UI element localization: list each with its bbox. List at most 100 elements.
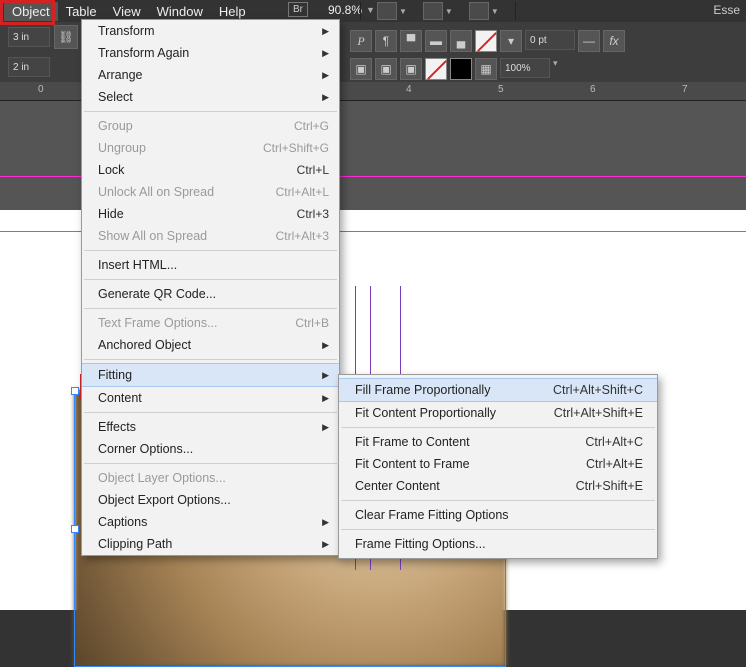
selection-handle-tl[interactable] (71, 387, 79, 395)
text-icon[interactable]: ¶ (375, 30, 397, 52)
menu-item-anchored-object[interactable]: Anchored Object▶ (82, 334, 339, 356)
submenu-item-fit-content-to-frame[interactable]: Fit Content to FrameCtrl+Alt+E (339, 453, 657, 475)
submenu-arrow-icon: ▶ (322, 70, 329, 81)
chevron-down-icon[interactable]: ▼ (399, 7, 407, 16)
menu-item-insert-html[interactable]: Insert HTML... (82, 254, 339, 276)
menu-item-clipping-path[interactable]: Clipping Path ▶ (82, 533, 339, 555)
menu-item-label: Lock (98, 163, 124, 177)
submenu-item-clear-frame-fitting-options[interactable]: Clear Frame Fitting Options (339, 504, 657, 526)
menu-table[interactable]: Table (58, 2, 105, 21)
menu-item-label: Object Layer Options... (98, 471, 226, 485)
menu-separator (84, 279, 337, 280)
submenu-item-shortcut: Ctrl+Shift+E (576, 479, 643, 493)
menu-item-arrange[interactable]: Arrange ▶ (82, 64, 339, 86)
menu-item-shortcut: Ctrl+Alt+L (276, 185, 329, 199)
align-top-icon[interactable]: ▀ (400, 30, 422, 52)
menu-item-label: Object Export Options... (98, 493, 231, 507)
menu-item-captions[interactable]: Captions▶ (82, 511, 339, 533)
menu-item-label: Corner Options... (98, 442, 193, 456)
menu-item-label: Text Frame Options... (98, 316, 217, 330)
stroke-style-icon[interactable]: — (578, 30, 600, 52)
menu-view[interactable]: View (105, 2, 149, 21)
menu-item-shortcut: Ctrl+3 (297, 207, 329, 221)
bridge-icon[interactable]: Br (288, 2, 308, 17)
screen-mode-icon[interactable] (423, 2, 443, 20)
submenu-arrow-icon: ▶ (322, 370, 329, 381)
menu-help[interactable]: Help (211, 2, 254, 21)
opacity-input[interactable]: 100% (500, 58, 550, 78)
ruler-mark: 6 (590, 84, 596, 95)
selection-handle-ml[interactable] (71, 525, 79, 533)
menu-item-group: GroupCtrl+G (82, 115, 339, 137)
menu-item-hide[interactable]: HideCtrl+3 (82, 203, 339, 225)
stroke-pt-chev[interactable]: ▾ (500, 30, 522, 52)
y-field[interactable]: 2 in (8, 57, 50, 77)
submenu-arrow-icon: ▶ (322, 539, 329, 550)
menu-separator (341, 529, 655, 530)
menu-item-label: Transform (98, 24, 155, 38)
control-panel-right: P ¶ ▀ ▬ ▄ ▾ 0 pt — fx ▣ ▣ ▣ ▦ 100% ▾ (348, 28, 746, 82)
fill-black-icon[interactable] (450, 58, 472, 80)
menu-item-label: Generate QR Code... (98, 287, 216, 301)
menu-item-select[interactable]: Select▶ (82, 86, 339, 108)
menu-item-transform[interactable]: Transform▶ (82, 20, 339, 42)
submenu-item-fit-frame-to-content[interactable]: Fit Frame to Content Ctrl+Alt+C (339, 431, 657, 453)
chevron-down-icon[interactable]: ▼ (491, 7, 499, 16)
menu-item-label: Content (98, 391, 142, 405)
submenu-item-fit-content-proportionally[interactable]: Fit Content ProportionallyCtrl+Alt+Shift… (339, 402, 657, 424)
view-mode-icon[interactable] (377, 2, 397, 20)
character-icon[interactable]: P (350, 30, 372, 52)
submenu-item-label: Fill Frame Proportionally (355, 383, 490, 397)
ruler-mark: 5 (498, 84, 504, 95)
menu-object[interactable]: Object (4, 2, 58, 21)
opacity-chev-icon[interactable]: ▾ (553, 58, 558, 80)
menu-item-generate-qr-code[interactable]: Generate QR Code... (82, 283, 339, 305)
fx-icon[interactable]: fx (603, 30, 625, 52)
menu-window[interactable]: Window (149, 2, 211, 21)
fill-none-icon[interactable] (475, 30, 497, 52)
submenu-item-label: Clear Frame Fitting Options (355, 508, 509, 522)
menu-item-transform-again[interactable]: Transform Again ▶ (82, 42, 339, 64)
menu-item-shortcut: Ctrl+Shift+G (263, 141, 329, 155)
submenu-item-shortcut: Ctrl+Alt+E (586, 457, 643, 471)
submenu-item-fill-frame-proportionally[interactable]: Fill Frame ProportionallyCtrl+Alt+Shift+… (339, 378, 657, 402)
chevron-down-icon[interactable]: ▼ (445, 7, 453, 16)
menu-item-label: Select (98, 90, 133, 104)
workspace-name-fragment[interactable]: Esse (713, 3, 740, 17)
menu-item-fitting[interactable]: Fitting▶ (82, 363, 339, 387)
submenu-arrow-icon: ▶ (322, 340, 329, 351)
fit-icon-2[interactable]: ▣ (375, 58, 397, 80)
submenu-item-frame-fitting-options[interactable]: Frame Fitting Options... (339, 533, 657, 555)
menu-item-label: Insert HTML... (98, 258, 177, 272)
align-center-icon[interactable]: ▬ (425, 30, 447, 52)
menu-item-label: Transform Again (98, 46, 189, 60)
menu-separator (341, 427, 655, 428)
submenu-item-center-content[interactable]: Center ContentCtrl+Shift+E (339, 475, 657, 497)
menu-item-object-export-options[interactable]: Object Export Options... (82, 489, 339, 511)
fit-icon-1[interactable]: ▣ (350, 58, 372, 80)
menu-item-effects[interactable]: Effects▶ (82, 416, 339, 438)
fit-icon-3[interactable]: ▣ (400, 58, 422, 80)
menu-separator (84, 359, 337, 360)
menu-item-label: Arrange (98, 68, 142, 82)
menu-item-label: Captions (98, 515, 147, 529)
submenu-arrow-icon: ▶ (322, 48, 329, 59)
menu-item-corner-options[interactable]: Corner Options... (82, 438, 339, 460)
menu-item-content[interactable]: Content▶ (82, 387, 339, 409)
grid-icon[interactable]: ▦ (475, 58, 497, 80)
submenu-item-label: Frame Fitting Options... (355, 537, 486, 551)
align-bottom-icon[interactable]: ▄ (450, 30, 472, 52)
submenu-item-label: Fit Frame to Content (355, 435, 470, 449)
stroke-weight-input[interactable]: 0 pt (525, 30, 575, 50)
submenu-item-shortcut: Ctrl+Alt+C (585, 435, 643, 449)
x-field[interactable]: 3 in (8, 27, 50, 47)
link-icon[interactable]: ⛓ (54, 25, 78, 49)
stroke-none-icon[interactable] (425, 58, 447, 80)
object-menu: Transform▶Transform Again▶Arrange▶Select… (81, 19, 340, 556)
menu-item-lock[interactable]: LockCtrl+L (82, 159, 339, 181)
arrange-icon[interactable] (469, 2, 489, 20)
menu-item-label: Clipping Path (98, 537, 172, 551)
zoom-level[interactable]: 90.8% (328, 3, 362, 17)
view-mode-strip: ▼ ▼ ▼ (360, 0, 516, 22)
menu-item-text-frame-options: Text Frame Options...Ctrl+B (82, 312, 339, 334)
